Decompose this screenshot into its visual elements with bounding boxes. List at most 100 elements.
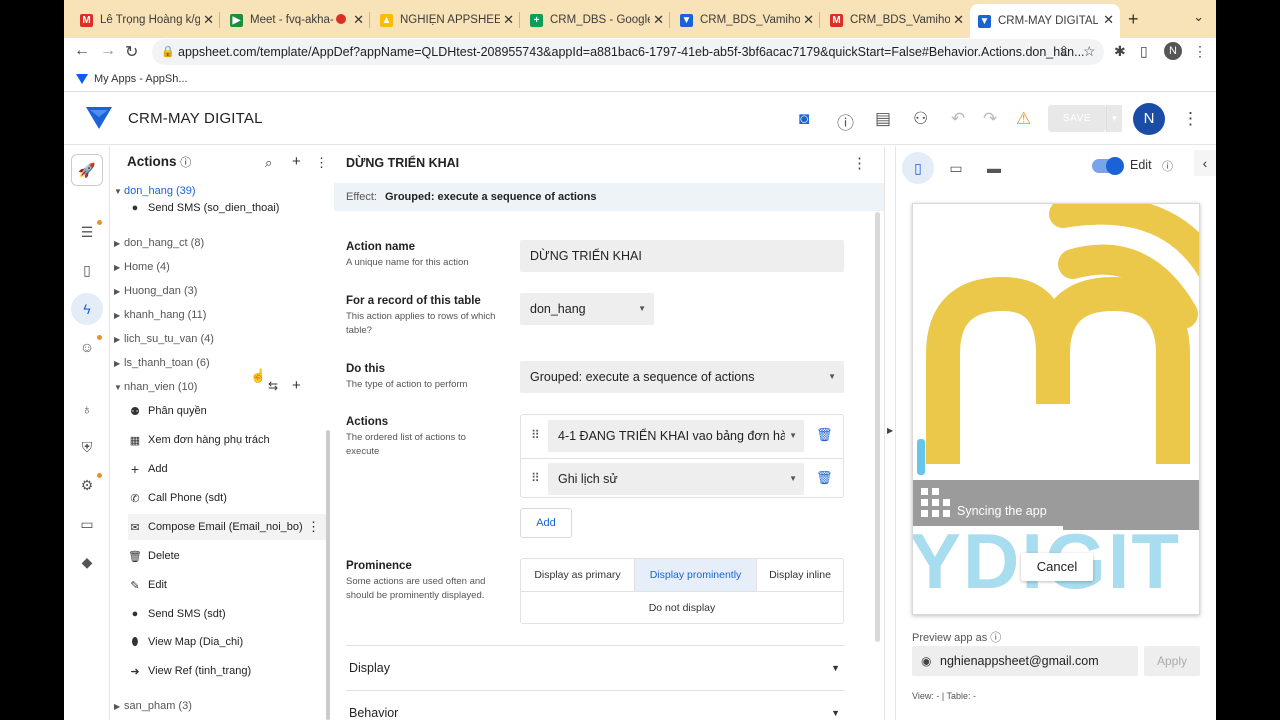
browser-tab[interactable]: + CRM_DBS - Google S ✕ — [522, 6, 670, 34]
add-action-icon[interactable]: + — [292, 153, 301, 170]
action-name-input[interactable]: DỪNG TRIỂN KHAI — [520, 240, 844, 272]
list-item[interactable]: + Add — [128, 456, 326, 482]
address-bar[interactable]: 🔒 appsheet.com/template/AppDef?appName=Q… — [152, 39, 1104, 65]
do-this-select[interactable]: Grouped: execute a sequence of actions ▼ — [520, 361, 844, 393]
browser-tab[interactable]: M CRM_BDS_Vamihom ✕ — [822, 6, 970, 34]
list-item[interactable]: 🗑 Delete — [128, 543, 326, 569]
list-item[interactable]: ✆ Call Phone (sdt) — [128, 485, 326, 511]
browser-tab[interactable]: M Lê Trọng Hoàng k/g t ✕ — [72, 6, 220, 34]
redo-icon[interactable]: ↷ — [983, 109, 997, 129]
prominence-prominent-button[interactable]: Display prominently — [635, 559, 757, 592]
panel-divider[interactable]: ▶ — [884, 146, 896, 720]
phone-device-icon[interactable]: ▯ — [902, 152, 934, 184]
list-item[interactable]: ✉ Compose Email (Email_noi_bo) ⋮ — [128, 514, 326, 540]
bookmark-item[interactable]: My Apps - AppSh... — [76, 73, 188, 85]
user-avatar[interactable]: N — [1133, 103, 1165, 135]
editor-kebab-icon[interactable]: ⋮ — [852, 154, 867, 172]
warning-icon[interactable]: ⚠ — [1016, 109, 1031, 129]
collapse-panel-icon[interactable]: ‹ — [1194, 150, 1216, 176]
sidepanel-icon[interactable]: ▯ — [1140, 43, 1148, 60]
app-menu-icon[interactable]: ⋮ — [1182, 109, 1199, 129]
group-lich-su-tu-van[interactable]: ▶ lich_su_tu_van (4) — [114, 333, 214, 345]
action-select[interactable]: Ghi lịch sử ▼ — [548, 463, 804, 495]
docs-icon[interactable]: ▤ — [875, 109, 891, 129]
profile-avatar[interactable]: N — [1164, 42, 1182, 60]
settings-gear-icon[interactable]: ⚙ — [76, 474, 98, 496]
search-icon[interactable]: ⌕ — [265, 155, 272, 171]
undo-icon[interactable]: ↶ — [951, 109, 965, 129]
behavior-section[interactable]: Behavior ▼ — [346, 690, 844, 720]
help-icon[interactable]: ⓘ — [837, 109, 854, 134]
add-action-button[interactable]: Add — [520, 508, 572, 538]
prominence-inline-button[interactable]: Display inline — [757, 559, 843, 592]
data-icon[interactable]: ☰ — [76, 221, 98, 243]
share-icon[interactable]: ⇪ — [1058, 43, 1070, 60]
preview-email-input[interactable]: ◉ nghienappsheet@gmail.com — [912, 646, 1138, 676]
drag-handle-icon[interactable]: ⠿ — [531, 428, 540, 442]
display-section[interactable]: Display ▼ — [346, 645, 844, 689]
group-don-hang-ct[interactable]: ▶ don_hang_ct (8) — [114, 237, 204, 249]
browser-tab[interactable]: ▲ NGHIỆN APPSHEET - ✕ — [372, 6, 520, 34]
info-icon[interactable]: ⓘ — [1162, 158, 1173, 174]
reload-icon[interactable]: ↻ — [125, 42, 138, 62]
forward-icon[interactable]: → — [100, 42, 116, 60]
monitor-icon[interactable]: ▭ — [76, 513, 98, 535]
close-tab-icon[interactable]: ✕ — [953, 12, 964, 28]
security-shield-icon[interactable]: ⛨ — [76, 436, 98, 458]
group-home[interactable]: ▶ Home (4) — [114, 261, 170, 273]
preview-icon[interactable]: ◙ — [799, 109, 809, 129]
actions-bolt-icon[interactable]: ϟ — [71, 293, 103, 325]
group-nhan-vien[interactable]: ▼ nhan_vien (10) — [114, 381, 197, 393]
group-khanh-hang[interactable]: ▶ khanh_hang (11) — [114, 309, 206, 321]
expand-arrow-icon[interactable]: ▶ — [887, 426, 893, 435]
item-kebab-icon[interactable]: ⋮ — [307, 519, 320, 535]
extensions-icon[interactable]: ✱ — [1114, 43, 1126, 60]
reorder-icon[interactable]: ⇆ — [268, 379, 278, 393]
list-item[interactable]: ✎ Edit — [128, 572, 326, 598]
scrollbar[interactable] — [326, 430, 330, 720]
save-dropdown-icon[interactable]: ▼ — [1106, 105, 1122, 132]
close-tab-icon[interactable]: ✕ — [503, 12, 514, 28]
new-tab-icon[interactable]: + — [1128, 9, 1139, 30]
close-tab-icon[interactable]: ✕ — [1103, 12, 1114, 28]
add-icon[interactable]: + — [292, 377, 301, 394]
list-item[interactable]: ● Send SMS (so_dien_thoai) — [128, 195, 326, 221]
bot-icon[interactable]: ☺ — [76, 336, 98, 358]
close-tab-icon[interactable]: ✕ — [353, 12, 364, 28]
info-icon[interactable]: ⓘ — [180, 157, 191, 169]
app-preview-phone[interactable]: Syncing the app YDIGIT Cancel — [912, 203, 1200, 615]
bookmark-star-icon[interactable]: ☆ — [1083, 43, 1096, 60]
share-user-icon[interactable]: ⚇ — [913, 109, 928, 129]
desktop-device-icon[interactable]: ▬ — [978, 152, 1010, 184]
browser-tab[interactable]: ▼ CRM_BDS_Vamihom ✕ — [672, 6, 820, 34]
close-tab-icon[interactable]: ✕ — [653, 12, 664, 28]
list-item[interactable]: ➜ View Ref (tinh_trang) — [128, 658, 326, 684]
table-select[interactable]: don_hang ▼ — [520, 293, 654, 325]
delete-icon[interactable]: 🗑 — [816, 470, 833, 486]
browser-tab-active[interactable]: ▼ CRM-MAY DIGITAL - ✕ — [970, 4, 1120, 38]
prominence-primary-button[interactable]: Display as primary — [521, 559, 635, 592]
list-item[interactable]: ⚉ Phân quyền — [128, 398, 326, 424]
back-icon[interactable]: ← — [74, 42, 90, 60]
drag-handle-icon[interactable]: ⠿ — [531, 471, 540, 485]
browser-tab[interactable]: ▶ Meet - fvq-akha- ✕ — [222, 6, 370, 34]
rocket-icon[interactable]: 🚀 — [71, 154, 103, 186]
tab-search-icon[interactable]: ⌄ — [1193, 9, 1204, 25]
learn-cap-icon[interactable]: ◆ — [76, 551, 98, 573]
close-tab-icon[interactable]: ✕ — [203, 12, 214, 28]
list-item[interactable]: ⬮ View Map (Dia_chi) — [128, 629, 326, 655]
cancel-sync-button[interactable]: Cancel — [1021, 553, 1093, 581]
close-tab-icon[interactable]: ✕ — [803, 12, 814, 28]
panel-kebab-icon[interactable]: ⋮ — [315, 155, 328, 171]
delete-icon[interactable]: 🗑 — [816, 427, 833, 443]
intelligence-bulb-icon[interactable]: ♁ — [76, 398, 98, 420]
menu-kebab-icon[interactable]: ⋮ — [1193, 43, 1207, 60]
group-ls-thanh-toan[interactable]: ▶ ls_thanh_toan (6) — [114, 357, 210, 369]
edit-toggle[interactable] — [1092, 157, 1124, 175]
list-item[interactable]: ▦ Xem đơn hàng phụ trách — [128, 427, 326, 453]
info-icon[interactable]: ⓘ — [990, 632, 1001, 644]
group-huong-dan[interactable]: ▶ Huong_dan (3) — [114, 285, 197, 297]
list-item[interactable]: ● Send SMS (sdt) — [128, 601, 326, 627]
action-select[interactable]: 4-1 ĐANG TRIỂN KHAI vao bảng đơn hà ▼ — [548, 420, 804, 452]
prominence-none-button[interactable]: Do not display — [521, 593, 843, 624]
